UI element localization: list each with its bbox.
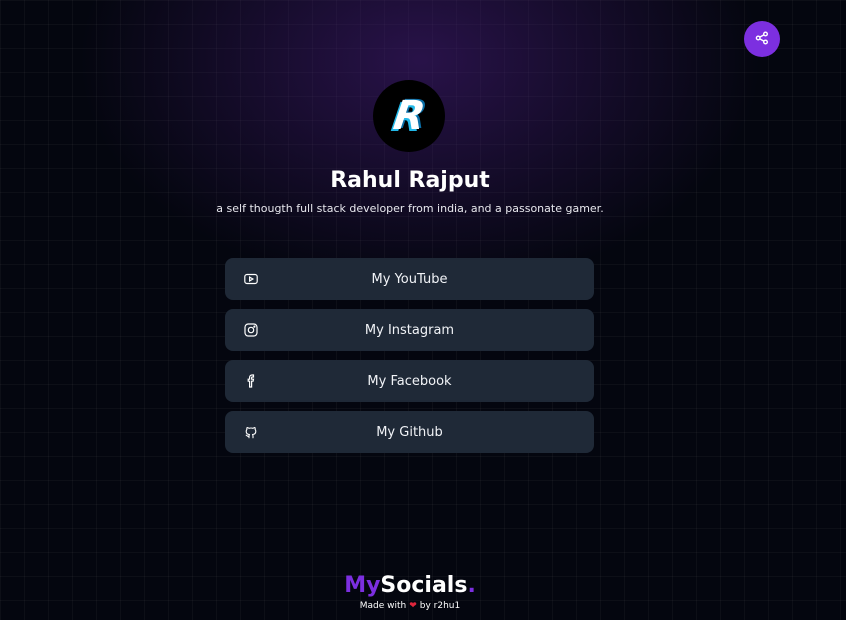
facebook-link-label: My Facebook [367, 373, 452, 389]
brand-logo[interactable]: MySocials. [0, 572, 820, 600]
instagram-link-label: My Instagram [364, 322, 455, 338]
youtube-link-label: My YouTube [371, 271, 448, 287]
share-button[interactable] [744, 21, 780, 57]
facebook-icon [243, 373, 259, 389]
youtube-icon [243, 271, 259, 287]
profile-name: Rahul Rajput [330, 168, 490, 193]
avatar-logo-letter: R [390, 93, 428, 139]
made-with-text: Made with [359, 601, 407, 611]
facebook-link-button[interactable]: My Facebook [225, 360, 594, 402]
youtube-link-button[interactable]: My YouTube [225, 258, 594, 300]
github-link-button[interactable]: My Github [225, 411, 594, 453]
avatar: R [373, 80, 445, 152]
author-credit[interactable]: by r2hu1 [420, 601, 460, 611]
page: R Rahul Rajput a self thougth full stack… [0, 0, 846, 620]
github-link-label: My Github [376, 424, 443, 440]
github-icon [243, 424, 259, 440]
share-icon [755, 30, 769, 49]
links-list: My YouTube My Instagram My Facebook My G… [225, 258, 594, 462]
profile-bio: a self thougth full stack developer from… [216, 202, 604, 215]
brand-dot: . [467, 573, 476, 598]
footer-credit: Made with ❤ by r2hu1 [0, 601, 820, 611]
heart-icon: ❤ [409, 601, 417, 611]
instagram-link-button[interactable]: My Instagram [225, 309, 594, 351]
brand-my: My [344, 573, 381, 598]
instagram-icon [243, 322, 259, 338]
brand-socials: Socials [380, 573, 468, 598]
